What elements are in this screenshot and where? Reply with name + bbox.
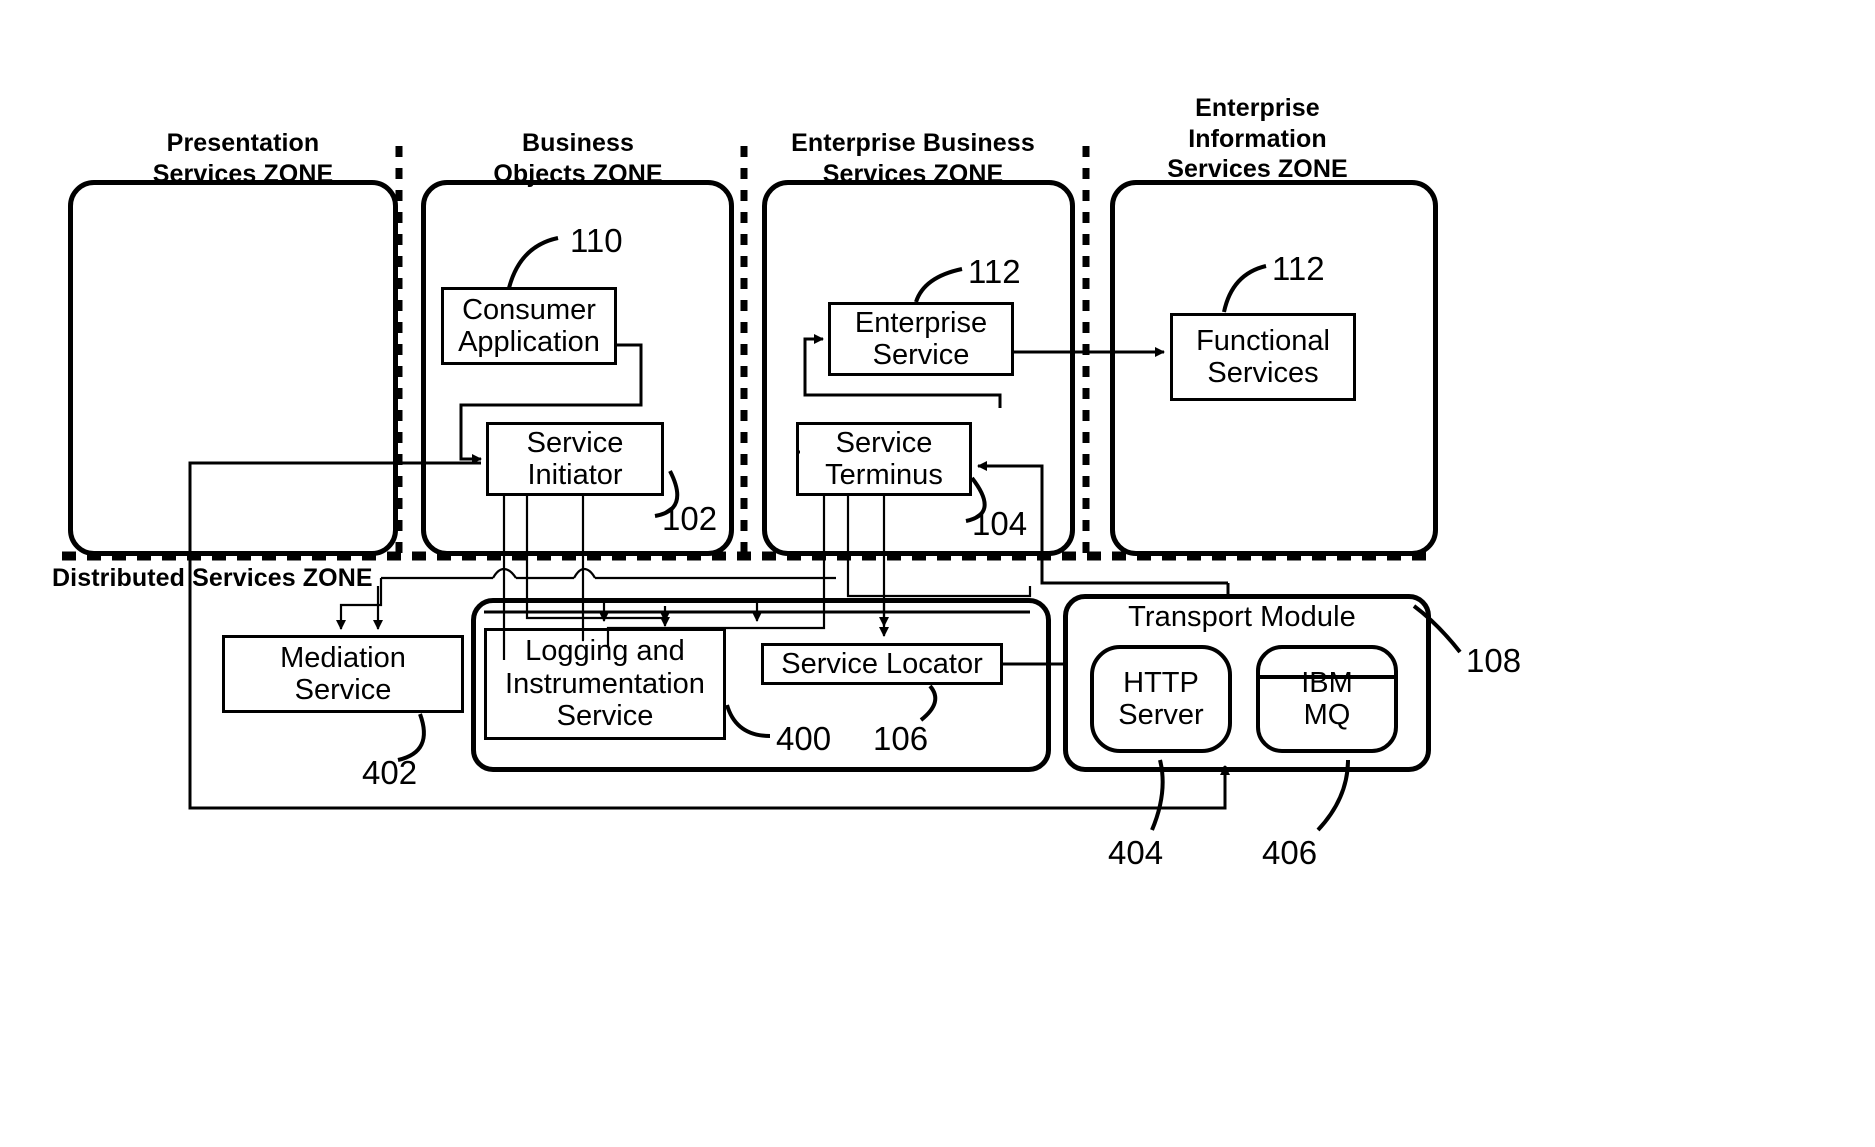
leader-112-enterprise: [914, 267, 963, 303]
wire-transport-to-terminus: [977, 461, 1228, 585]
drop-terminus-2: [846, 496, 852, 598]
wire-consumer-to-initiator: [459, 343, 643, 464]
drop-initiator-3: [581, 496, 585, 642]
wire-left-return: [188, 461, 1230, 810]
leader-110: [507, 236, 559, 289]
drop-initiator-2: [525, 496, 670, 627]
leader-400: [725, 704, 771, 738]
leader-104: [965, 476, 987, 523]
connector-layer: [62, 146, 1462, 832]
leader-406: [1316, 759, 1350, 832]
wire-enterprise-service-loop: [803, 334, 1002, 408]
leader-102: [654, 470, 680, 518]
leader-402: [397, 713, 426, 762]
patent-figure: Presentation Services ZONE Business Obje…: [0, 0, 1875, 1147]
hop-b: [573, 567, 596, 579]
leader-108: [1412, 604, 1462, 654]
arrow-mediation-left: [336, 578, 383, 630]
drop-terminus-1: [606, 496, 826, 648]
leader-112-functional: [1222, 264, 1267, 313]
leader-404: [1150, 759, 1165, 831]
bus-feeder-right: [852, 586, 1032, 598]
leader-106: [919, 684, 938, 722]
